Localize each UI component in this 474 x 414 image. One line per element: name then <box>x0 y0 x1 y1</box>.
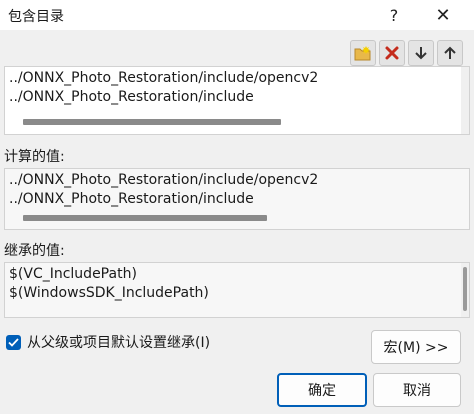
move-up-icon <box>444 46 456 59</box>
evaluated-value-box: ../ONNX_Photo_Restoration/include/opencv… <box>4 168 470 230</box>
evaluated-line: ../ONNX_Photo_Restoration/include/opencv… <box>9 172 319 188</box>
scrollbar-thumb[interactable] <box>463 267 467 311</box>
directory-edit-list[interactable]: ../ONNX_Photo_Restoration/include/opencv… <box>4 66 470 135</box>
checkmark-icon <box>8 337 19 347</box>
cancel-button[interactable]: 取消 <box>373 373 461 407</box>
move-up-button[interactable] <box>437 40 463 66</box>
list-item[interactable]: ../ONNX_Photo_Restoration/include/opencv… <box>9 70 318 86</box>
move-down-icon <box>415 47 427 60</box>
close-button[interactable]: ✕ <box>420 0 466 30</box>
delete-icon <box>385 46 399 60</box>
evaluated-value-label: 计算的值: <box>4 149 65 165</box>
window-title: 包含目录 <box>8 9 64 25</box>
vertical-scrollbar[interactable] <box>461 67 469 134</box>
list-toolbar <box>350 40 463 66</box>
help-button[interactable]: ? <box>371 0 417 30</box>
inherited-line: $(VC_IncludePath) <box>9 266 137 282</box>
move-down-button[interactable] <box>408 40 434 66</box>
inherited-line: $(WindowsSDK_IncludePath) <box>9 285 209 301</box>
new-line-button[interactable] <box>350 40 376 66</box>
inherit-checkbox-row[interactable]: 从父级或项目默认设置继承(I) <box>6 332 210 352</box>
inherited-value-label: 继承的值: <box>4 243 65 259</box>
horizontal-scrollbar[interactable] <box>23 215 267 221</box>
title-bar: 包含目录 ? ✕ <box>0 0 474 30</box>
macro-button[interactable]: 宏(M) >> <box>371 330 461 364</box>
evaluated-line: ../ONNX_Photo_Restoration/include <box>9 191 254 207</box>
inherited-value-box: $(VC_IncludePath) $(WindowsSDK_IncludePa… <box>4 262 470 318</box>
list-item[interactable]: ../ONNX_Photo_Restoration/include <box>9 89 254 105</box>
inherit-checkbox[interactable] <box>6 334 21 350</box>
new-folder-icon <box>354 46 371 61</box>
ok-button[interactable]: 确定 <box>277 373 367 407</box>
vertical-scrollbar[interactable] <box>461 263 469 317</box>
inherit-checkbox-label[interactable]: 从父级或项目默认设置继承(I) <box>27 332 210 352</box>
horizontal-scrollbar[interactable] <box>23 119 281 125</box>
delete-line-button[interactable] <box>379 40 405 66</box>
